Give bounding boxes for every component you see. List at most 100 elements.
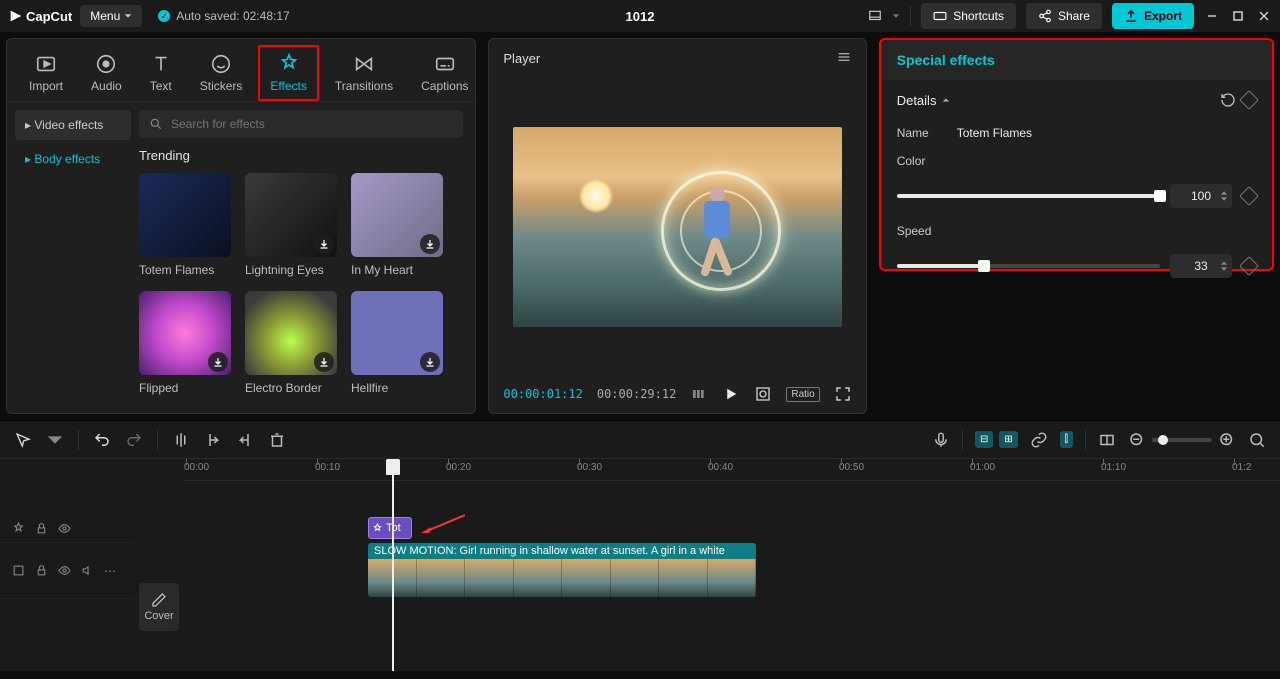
zoom-control bbox=[1128, 431, 1236, 449]
mic-icon[interactable] bbox=[932, 431, 950, 449]
video-clip[interactable]: SLOW MOTION: Girl running in shallow wat… bbox=[368, 543, 756, 597]
duration: 00:00:29:12 bbox=[597, 388, 676, 400]
properties-panel: Special effects Details Name Totem Flame… bbox=[879, 38, 1274, 271]
lock-icon[interactable] bbox=[35, 564, 48, 577]
prop-color: Color 100 bbox=[881, 150, 1272, 220]
speed-value[interactable]: 33 bbox=[1170, 254, 1232, 278]
download-icon[interactable] bbox=[314, 234, 334, 254]
timeline-toolbar: ⊟ ⊞ ⫿ bbox=[0, 421, 1280, 459]
tab-captions[interactable]: Captions bbox=[409, 45, 476, 101]
snap-main[interactable]: ⊟ bbox=[975, 431, 993, 448]
trim-left-tool[interactable] bbox=[204, 431, 222, 449]
effect-item[interactable]: In My Heart bbox=[351, 173, 443, 277]
mute-icon[interactable] bbox=[81, 564, 94, 577]
shortcuts-button[interactable]: Shortcuts bbox=[921, 3, 1016, 29]
cat-body-effects[interactable]: ▸ Body effects bbox=[15, 144, 131, 174]
collapse-icon[interactable] bbox=[12, 564, 25, 577]
split-tool[interactable] bbox=[172, 431, 190, 449]
zoom-slider[interactable] bbox=[1152, 438, 1212, 442]
download-icon[interactable] bbox=[420, 352, 440, 372]
zoom-in[interactable] bbox=[1218, 431, 1236, 449]
prop-speed: Speed 33 bbox=[881, 220, 1272, 290]
effect-item[interactable]: Totem Flames bbox=[139, 173, 231, 277]
link-icon[interactable] bbox=[1030, 431, 1048, 449]
share-button[interactable]: Share bbox=[1026, 3, 1102, 29]
redo-button[interactable] bbox=[125, 431, 143, 449]
lock-icon[interactable] bbox=[35, 522, 48, 535]
track-headers: ⋯ bbox=[0, 481, 134, 671]
effect-track-header bbox=[0, 515, 134, 543]
media-tabs: Import Audio Text Stickers Effects Trans… bbox=[7, 39, 475, 102]
media-panel: Import Audio Text Stickers Effects Trans… bbox=[6, 38, 476, 414]
zoom-out[interactable] bbox=[1128, 431, 1146, 449]
keyframe-icon[interactable] bbox=[1239, 186, 1259, 206]
download-icon[interactable] bbox=[420, 234, 440, 254]
tab-effects[interactable]: Effects bbox=[258, 45, 318, 101]
scale-icon[interactable] bbox=[754, 385, 772, 403]
preview-axis[interactable]: ⫿ bbox=[1060, 431, 1073, 448]
delete-tool[interactable] bbox=[268, 431, 286, 449]
ratio-button[interactable]: Ratio bbox=[786, 387, 819, 402]
keyframe-icon[interactable] bbox=[1239, 256, 1259, 276]
tracks-area: ⋯ Cover Tot SLOW MOTION: Girl running in… bbox=[0, 481, 1280, 671]
effect-item[interactable]: Flipped bbox=[139, 291, 231, 395]
reset-icon[interactable] bbox=[1220, 92, 1236, 108]
keyframe-icon[interactable] bbox=[1239, 90, 1259, 110]
details-header[interactable]: Details bbox=[881, 80, 1272, 120]
time-ruler[interactable]: 00:00 00:10 00:20 00:30 00:40 00:50 01:0… bbox=[184, 459, 1280, 481]
close-button[interactable] bbox=[1256, 8, 1272, 24]
export-button[interactable]: Export bbox=[1112, 3, 1194, 29]
effect-item[interactable]: Lightning Eyes bbox=[245, 173, 337, 277]
cover-button[interactable]: Cover bbox=[139, 583, 179, 631]
timeline-panel: ⊟ ⊞ ⫿ 00:00 00:10 00:20 00:30 00:40 00:5… bbox=[0, 420, 1280, 671]
tab-import[interactable]: Import bbox=[17, 45, 75, 101]
annotation-arrow bbox=[421, 513, 465, 533]
fullscreen-icon[interactable] bbox=[834, 385, 852, 403]
effect-item[interactable]: Electro Border bbox=[245, 291, 337, 395]
tab-stickers[interactable]: Stickers bbox=[188, 45, 255, 101]
compare-icon[interactable] bbox=[690, 385, 708, 403]
panel-title: Special effects bbox=[881, 40, 1272, 80]
download-icon[interactable] bbox=[314, 352, 334, 372]
eye-icon[interactable] bbox=[58, 522, 71, 535]
add-marker[interactable] bbox=[1098, 431, 1116, 449]
snap-track[interactable]: ⊞ bbox=[999, 431, 1017, 448]
tab-transitions[interactable]: Transitions bbox=[323, 45, 405, 101]
preview-area bbox=[489, 78, 865, 375]
playhead-handle[interactable] bbox=[386, 459, 400, 475]
maximize-button[interactable] bbox=[1230, 8, 1246, 24]
snap-buttons: ⊟ ⊞ bbox=[975, 431, 1018, 448]
layout-icon[interactable] bbox=[868, 9, 882, 23]
undo-button[interactable] bbox=[93, 431, 111, 449]
play-button[interactable] bbox=[722, 385, 740, 403]
eye-icon[interactable] bbox=[58, 564, 71, 577]
player-menu-icon[interactable] bbox=[836, 49, 852, 68]
effect-clip[interactable]: Tot bbox=[368, 517, 412, 539]
chevron-down-icon[interactable] bbox=[892, 12, 900, 20]
video-track-header: ⋯ bbox=[0, 543, 134, 599]
playhead[interactable] bbox=[392, 475, 394, 671]
effect-categories: ▸ Video effects ▸ Body effects bbox=[7, 102, 139, 413]
tab-audio[interactable]: Audio bbox=[79, 45, 134, 101]
color-slider[interactable] bbox=[897, 194, 1160, 198]
zoom-fit[interactable] bbox=[1248, 431, 1266, 449]
search-input[interactable] bbox=[139, 110, 463, 138]
star-icon[interactable] bbox=[12, 522, 25, 535]
color-value[interactable]: 100 bbox=[1170, 184, 1232, 208]
menu-button[interactable]: Menu bbox=[80, 5, 142, 27]
trim-right-tool[interactable] bbox=[236, 431, 254, 449]
prop-name: Name Totem Flames bbox=[881, 120, 1272, 150]
track-lanes[interactable]: Tot SLOW MOTION: Girl running in shallow… bbox=[184, 481, 1280, 671]
download-icon[interactable] bbox=[208, 352, 228, 372]
check-icon: ✓ bbox=[158, 10, 170, 22]
section-trending: Trending bbox=[139, 148, 463, 163]
cat-video-effects[interactable]: ▸ Video effects bbox=[15, 110, 131, 140]
effect-item[interactable]: Hellfire bbox=[351, 291, 443, 395]
minimize-button[interactable] bbox=[1204, 8, 1220, 24]
chevron-down-icon[interactable] bbox=[46, 431, 64, 449]
more-icon[interactable]: ⋯ bbox=[104, 564, 116, 578]
speed-slider[interactable] bbox=[897, 264, 1160, 268]
preview-image bbox=[513, 127, 841, 327]
selection-tool[interactable] bbox=[14, 431, 32, 449]
tab-text[interactable]: Text bbox=[138, 45, 184, 101]
